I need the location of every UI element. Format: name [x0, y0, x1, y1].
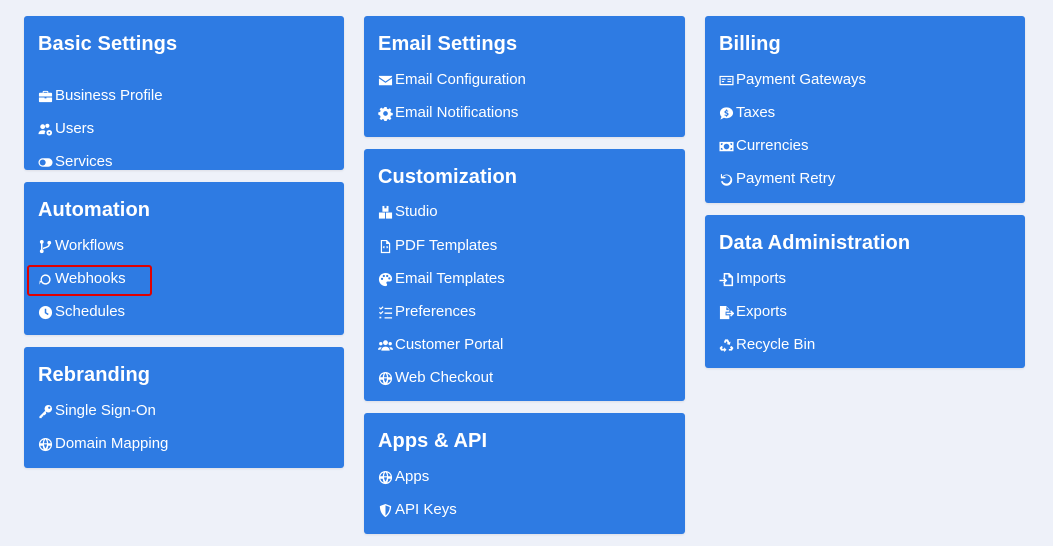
link-users[interactable]: Users — [37, 118, 94, 140]
users-cog-icon — [37, 121, 53, 137]
link-label: Single Sign-On — [55, 402, 156, 419]
link-services[interactable]: Services — [37, 151, 113, 173]
link-label: Schedules — [55, 303, 126, 320]
link-imports[interactable]: Imports — [718, 268, 786, 290]
link-preferences[interactable]: Preferences — [377, 301, 476, 323]
card-data-administration: Data Administration Imports Exports Recy… — [705, 215, 1025, 368]
money-check-icon — [718, 72, 734, 88]
undo-icon — [718, 171, 734, 187]
link-payment-gateways[interactable]: Payment Gateways — [718, 69, 866, 91]
link-label: Email Notifications — [395, 104, 519, 121]
shield-icon — [377, 502, 393, 518]
list-check-icon — [377, 304, 393, 320]
boxes-icon — [377, 204, 393, 220]
link-label: Email Templates — [395, 270, 505, 287]
link-label: Currencies — [736, 137, 809, 154]
link-label: Services — [55, 153, 113, 170]
link-apps[interactable]: Apps — [377, 466, 429, 488]
file-code-icon — [377, 238, 393, 254]
link-studio[interactable]: Studio — [377, 201, 438, 223]
link-label: Studio — [395, 203, 438, 220]
link-label: Taxes — [736, 104, 776, 121]
file-import-icon — [718, 271, 734, 287]
link-label: Domain Mapping — [55, 435, 169, 452]
link-pdf-templates[interactable]: PDF Templates — [377, 235, 497, 257]
comment-dollar-icon — [718, 105, 734, 121]
card-email-settings: Email Settings Email Configuration Email… — [364, 16, 685, 137]
link-currencies[interactable]: Currencies — [718, 135, 809, 157]
card-billing: Billing Payment Gateways Taxes Currencie… — [705, 16, 1025, 203]
card-title: Basic Settings — [38, 33, 178, 55]
link-label: Apps — [395, 468, 430, 485]
link-taxes[interactable]: Taxes — [718, 102, 775, 124]
card-basic-settings: Basic Settings Business Profile Users Se… — [24, 16, 344, 170]
palette-icon — [377, 271, 393, 287]
card-title: Customization — [378, 166, 518, 188]
link-label: Web Checkout — [395, 369, 494, 386]
card-title: Automation — [38, 199, 151, 221]
link-schedules[interactable]: Schedules — [37, 301, 125, 323]
link-business-profile[interactable]: Business Profile — [37, 85, 163, 107]
card-automation: Automation Workflows Webhooks Schedules — [24, 182, 344, 335]
link-web-checkout[interactable]: Web Checkout — [377, 367, 493, 389]
key-icon — [37, 403, 53, 419]
link-label: Customer Portal — [395, 336, 504, 353]
link-label: Workflows — [55, 237, 124, 254]
link-label: Users — [55, 120, 95, 137]
globe-icon — [37, 436, 53, 452]
briefcase-icon — [37, 88, 53, 104]
toggle-icon — [37, 154, 53, 170]
card-title: Rebranding — [38, 364, 151, 386]
card-rebranding: Rebranding Single Sign-On Domain Mapping — [24, 347, 344, 468]
file-export-icon — [718, 304, 734, 320]
link-webhooks[interactable]: Webhooks — [37, 268, 126, 290]
link-label: Recycle Bin — [736, 336, 816, 353]
webhook-icon — [37, 271, 53, 287]
recycle-icon — [718, 337, 734, 353]
branch-icon — [37, 238, 53, 254]
gear-icon — [377, 105, 393, 121]
card-apps-api: Apps & API Apps API Keys — [364, 413, 685, 534]
card-title: Billing — [719, 33, 781, 55]
clock-icon — [37, 304, 53, 320]
link-single-sign-on[interactable]: Single Sign-On — [37, 400, 156, 422]
link-label: Email Configuration — [395, 71, 526, 88]
globe-icon — [377, 469, 393, 485]
link-payment-retry[interactable]: Payment Retry — [718, 168, 835, 190]
link-label: Webhooks — [55, 270, 126, 287]
card-title: Data Administration — [719, 232, 911, 254]
link-label: Preferences — [395, 303, 476, 320]
link-domain-mapping[interactable]: Domain Mapping — [37, 433, 168, 455]
link-email-notifications[interactable]: Email Notifications — [377, 102, 518, 124]
money-bill-icon — [718, 138, 734, 154]
link-exports[interactable]: Exports — [718, 301, 787, 323]
link-label: Payment Retry — [736, 170, 836, 187]
link-email-configuration[interactable]: Email Configuration — [377, 69, 526, 91]
card-title: Apps & API — [378, 430, 488, 452]
link-label: Exports — [736, 303, 787, 320]
link-label: PDF Templates — [395, 237, 498, 254]
users-icon — [377, 337, 393, 353]
envelope-icon — [377, 72, 393, 88]
link-recycle-bin[interactable]: Recycle Bin — [718, 334, 815, 356]
globe-icon — [377, 370, 393, 386]
link-api-keys[interactable]: API Keys — [377, 499, 457, 521]
link-customer-portal[interactable]: Customer Portal — [377, 334, 503, 356]
card-customization: Customization Studio PDF Templates Email… — [364, 149, 685, 401]
link-label: Imports — [736, 270, 787, 287]
link-label: Business Profile — [55, 87, 163, 104]
link-email-templates[interactable]: Email Templates — [377, 268, 505, 290]
card-title: Email Settings — [378, 33, 518, 55]
link-label: API Keys — [395, 501, 457, 518]
link-label: Payment Gateways — [736, 71, 867, 88]
link-workflows[interactable]: Workflows — [37, 235, 124, 257]
